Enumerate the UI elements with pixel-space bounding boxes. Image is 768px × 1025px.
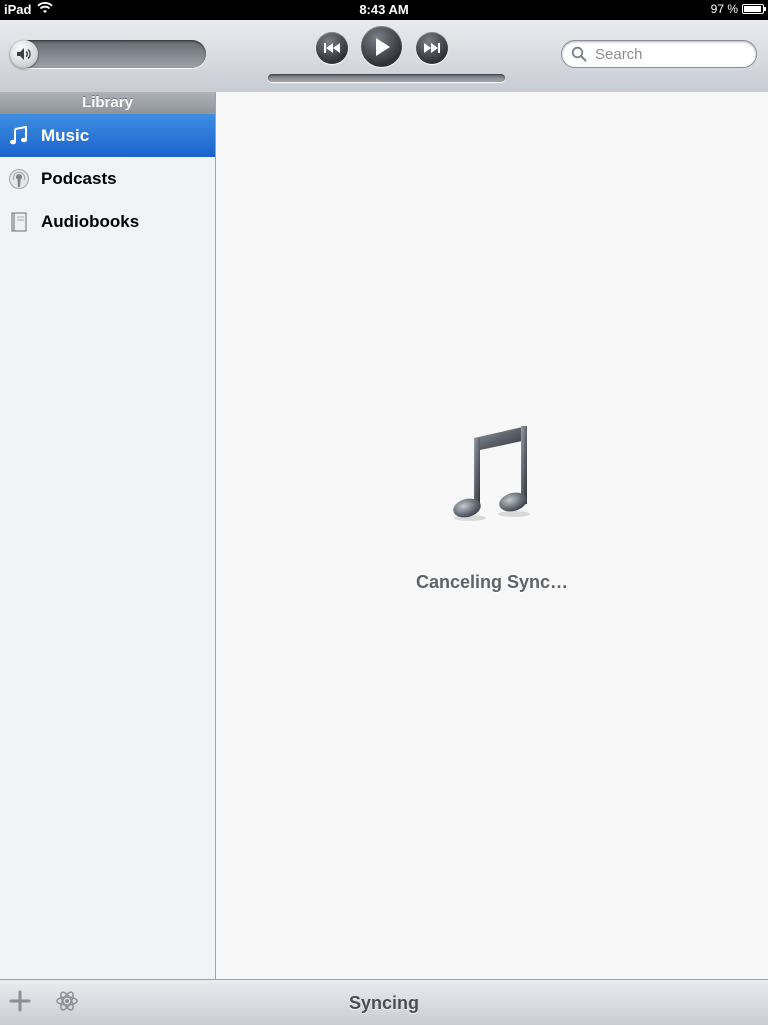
sidebar-item-label: Podcasts	[41, 168, 117, 188]
sidebar: Library Music Podcasts Audiobooks	[0, 92, 216, 979]
sidebar-item-label: Music	[41, 125, 90, 145]
volume-slider[interactable]	[10, 40, 206, 68]
sidebar-item-podcasts[interactable]: Podcasts	[0, 157, 215, 200]
fast-forward-icon	[424, 43, 440, 53]
speaker-icon	[17, 48, 31, 60]
library-header: Library	[0, 92, 215, 114]
main-content: Canceling Sync…	[216, 92, 768, 979]
battery-icon	[742, 4, 766, 14]
status-time: 8:43 AM	[359, 2, 409, 17]
sidebar-item-label: Audiobooks	[41, 211, 140, 231]
play-button[interactable]	[361, 26, 402, 67]
play-icon	[375, 37, 390, 56]
search-field[interactable]	[561, 40, 757, 68]
toolbar	[0, 20, 768, 93]
previous-track-button[interactable]	[316, 32, 348, 64]
search-icon	[571, 46, 587, 62]
status-bar: iPad 8:43 AM 97 %	[0, 0, 768, 20]
book-icon	[6, 209, 32, 235]
bottom-toolbar: Syncing	[0, 979, 768, 1025]
next-track-button[interactable]	[416, 32, 448, 64]
music-note-icon	[6, 123, 32, 149]
bottom-status-label: Syncing	[348, 993, 419, 1013]
rewind-icon	[324, 43, 340, 53]
battery-percent: 97 %	[710, 2, 738, 16]
sidebar-item-music[interactable]: Music	[0, 114, 215, 157]
sidebar-item-audiobooks[interactable]: Audiobooks	[0, 200, 215, 243]
sync-status-message: Canceling Sync…	[415, 572, 569, 592]
track-progress-bar	[268, 74, 505, 82]
search-input[interactable]	[593, 44, 747, 64]
itunes-note-icon	[453, 426, 530, 521]
podcast-icon	[6, 166, 32, 192]
volume-knob[interactable]	[10, 40, 38, 68]
